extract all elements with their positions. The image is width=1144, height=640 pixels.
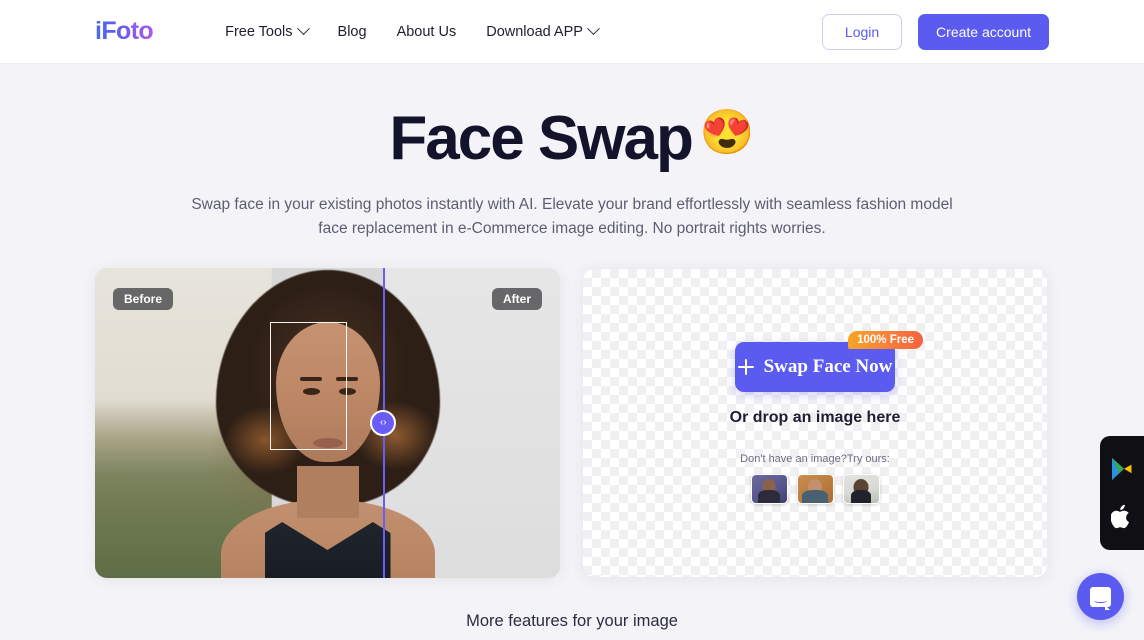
main-navigation: Free Tools Blog About Us Download APP	[225, 22, 600, 40]
nav-label: Free Tools	[225, 23, 293, 40]
drop-hint-text: Or drop an image here	[729, 408, 901, 426]
page-title: Face Swap 😍	[0, 104, 1144, 173]
nav-label: Blog	[337, 23, 367, 40]
hero-subtitle: Swap face in your existing photos instan…	[191, 195, 953, 237]
apple-icon[interactable]	[1110, 504, 1133, 530]
header-actions: Login Create account	[822, 13, 1049, 50]
create-account-button[interactable]: Create account	[918, 13, 1049, 50]
thumbnail-body	[851, 489, 871, 503]
login-button[interactable]: Login	[822, 13, 903, 50]
swap-button-label: Swap Face Now	[763, 355, 893, 377]
before-after-comparison[interactable]: Before After ‹›	[95, 267, 560, 578]
nav-item-blog[interactable]: Blog	[338, 24, 367, 40]
more-features-heading: More features for your image	[466, 611, 678, 630]
before-label: Before	[113, 287, 174, 310]
free-badge: 100% Free	[848, 330, 923, 349]
sample-thumbnail-2[interactable]	[796, 473, 834, 504]
demo-panels: Before After ‹› 100% Free Swap Face Now …	[0, 241, 1144, 578]
site-header: iFoto Free Tools Blog About Us Download …	[0, 0, 1144, 64]
nav-item-free-tools[interactable]: Free Tools	[225, 22, 310, 40]
chat-bubble-icon	[1090, 586, 1111, 610]
google-play-icon[interactable]	[1111, 457, 1133, 481]
page-title-text: Face Swap	[389, 104, 693, 173]
heart-eyes-emoji-icon: 😍	[699, 108, 755, 157]
swap-face-now-button[interactable]: Swap Face Now	[735, 341, 895, 392]
nav-item-about-us[interactable]: About Us	[397, 24, 457, 40]
thumbnail-body	[802, 489, 828, 503]
app-download-dock	[1100, 436, 1144, 550]
after-label: After	[491, 287, 542, 310]
logo-ifoto[interactable]: iFoto	[95, 17, 154, 46]
plus-icon	[737, 358, 754, 375]
thumbnail-body	[758, 489, 780, 503]
chevron-down-icon	[296, 22, 310, 36]
samples-label: Don't have an image?Try ours:	[740, 452, 890, 465]
face-detection-box	[270, 321, 347, 450]
nav-label: Download APP	[486, 23, 583, 40]
comparison-slider-handle[interactable]: ‹›	[370, 409, 397, 436]
sample-thumbnail-1[interactable]	[750, 473, 788, 504]
hero-section: Face Swap 😍 Swap face in your existing ph…	[0, 64, 1144, 241]
nav-item-download-app[interactable]: Download APP	[486, 22, 600, 40]
sample-thumbnails	[750, 473, 880, 504]
model-neck	[296, 465, 359, 518]
chevron-down-icon	[587, 22, 600, 36]
sample-thumbnail-3[interactable]	[842, 473, 880, 504]
chat-widget-button[interactable]	[1077, 573, 1124, 620]
upload-dropzone[interactable]: 100% Free Swap Face Now Or drop an image…	[582, 267, 1048, 578]
nav-label: About Us	[396, 23, 457, 40]
swap-button-wrapper: 100% Free Swap Face Now	[735, 330, 923, 392]
